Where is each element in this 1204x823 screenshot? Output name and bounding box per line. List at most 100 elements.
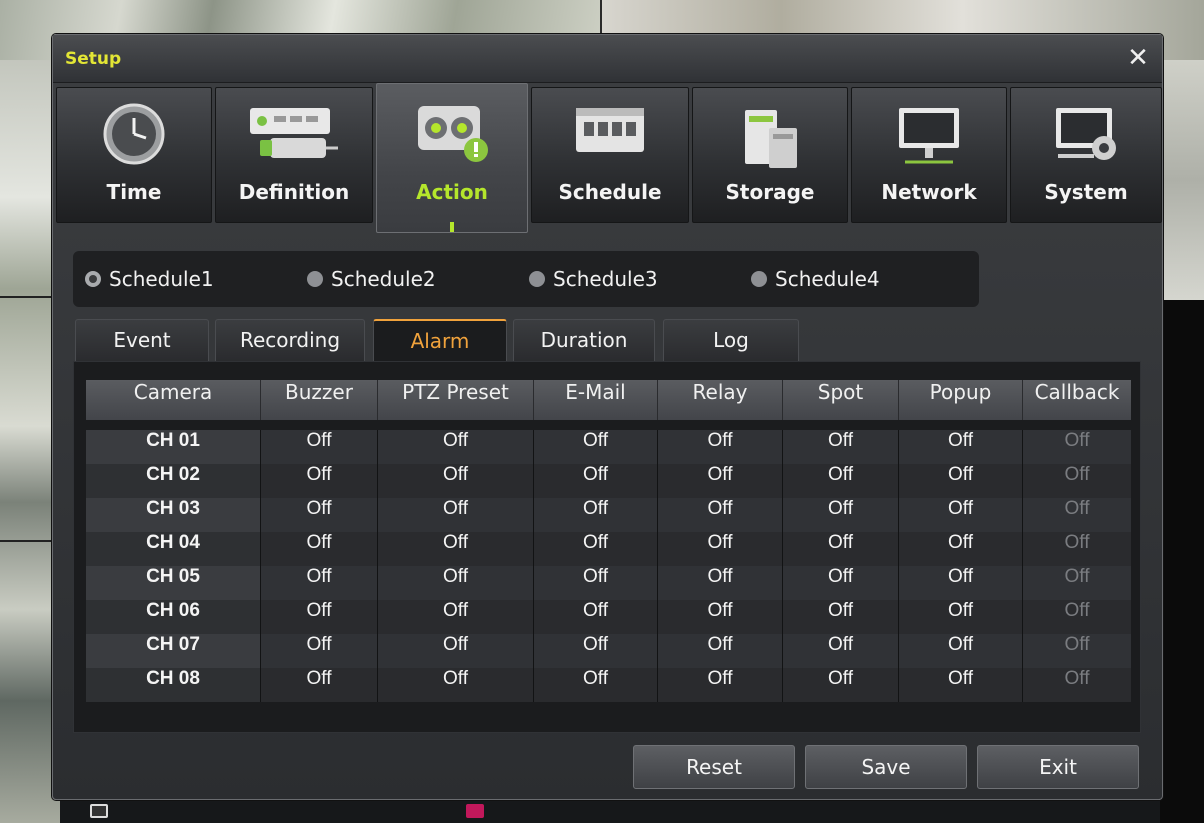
relay-cell[interactable]: Off (658, 668, 783, 702)
spot-cell[interactable]: Off (783, 430, 899, 464)
popup-cell[interactable]: Off (899, 464, 1023, 498)
spot-cell[interactable]: Off (783, 600, 899, 634)
ptz-preset-cell[interactable]: Off (378, 566, 534, 600)
buzzer-cell[interactable]: Off (261, 532, 378, 566)
table-row: CH 07 Off Off Off Off Off Off Off (86, 634, 1131, 668)
relay-cell[interactable]: Off (658, 532, 783, 566)
storage-icon (745, 110, 797, 168)
popup-cell[interactable]: Off (899, 566, 1023, 600)
record-indicator-icon (466, 804, 484, 818)
tab-label: Definition (238, 180, 350, 204)
spot-cell[interactable]: Off (783, 464, 899, 498)
tab-definition[interactable]: Definition (215, 87, 373, 223)
popup-cell[interactable]: Off (899, 498, 1023, 532)
popup-cell[interactable]: Off (899, 532, 1023, 566)
email-cell[interactable]: Off (534, 566, 658, 600)
save-button[interactable]: Save (805, 745, 967, 789)
tab-action[interactable]: Action (376, 83, 528, 233)
motion-indicator-icon (90, 804, 108, 818)
email-cell[interactable]: Off (534, 532, 658, 566)
relay-cell[interactable]: Off (658, 566, 783, 600)
spot-cell[interactable]: Off (783, 498, 899, 532)
subtab-event[interactable]: Event (75, 319, 209, 361)
relay-cell[interactable]: Off (658, 600, 783, 634)
schedule-label: Schedule3 (553, 267, 658, 291)
tab-schedule[interactable]: Schedule (531, 87, 689, 223)
buzzer-cell[interactable]: Off (261, 498, 378, 532)
popup-cell[interactable]: Off (899, 430, 1023, 464)
grid-divider (0, 540, 60, 542)
ptz-preset-cell[interactable]: Off (378, 430, 534, 464)
reset-button[interactable]: Reset (633, 745, 795, 789)
alarm-table-panel: Camera Buzzer PTZ Preset E-Mail Relay Sp… (73, 361, 1141, 733)
email-cell[interactable]: Off (534, 634, 658, 668)
exit-button[interactable]: Exit (977, 745, 1139, 789)
ptz-preset-cell[interactable]: Off (378, 532, 534, 566)
callback-cell: Off (1023, 430, 1131, 464)
schedule-radio-4[interactable]: Schedule4 (751, 267, 880, 291)
email-cell[interactable]: Off (534, 430, 658, 464)
relay-cell[interactable]: Off (658, 498, 783, 532)
close-icon[interactable]: ✕ (1124, 45, 1152, 73)
column-header-spot: Spot (783, 380, 899, 420)
table-row: CH 01 Off Off Off Off Off Off Off (86, 430, 1131, 464)
tab-label: Storage (725, 180, 815, 204)
buzzer-cell[interactable]: Off (261, 430, 378, 464)
callback-cell: Off (1023, 464, 1131, 498)
monitor-network-icon (899, 108, 959, 164)
buzzer-cell[interactable]: Off (261, 566, 378, 600)
email-cell[interactable]: Off (534, 600, 658, 634)
popup-cell[interactable]: Off (899, 600, 1023, 634)
ptz-preset-cell[interactable]: Off (378, 464, 534, 498)
callback-cell: Off (1023, 566, 1131, 600)
camera-cell: CH 08 (86, 668, 261, 702)
subtab-duration[interactable]: Duration (513, 319, 655, 361)
system-gear-icon (1056, 108, 1116, 160)
camera-cell: CH 01 (86, 430, 261, 464)
column-header-ptz-preset: PTZ Preset (378, 380, 534, 420)
spot-cell[interactable]: Off (783, 634, 899, 668)
relay-cell[interactable]: Off (658, 430, 783, 464)
spot-cell[interactable]: Off (783, 566, 899, 600)
tab-label: Action (416, 180, 488, 204)
schedule-radio-1[interactable]: Schedule1 (85, 267, 214, 291)
tab-system[interactable]: System (1010, 87, 1162, 223)
spot-cell[interactable]: Off (783, 532, 899, 566)
ptz-preset-cell[interactable]: Off (378, 498, 534, 532)
relay-cell[interactable]: Off (658, 634, 783, 668)
buzzer-cell[interactable]: Off (261, 464, 378, 498)
osd-bar (60, 800, 1160, 823)
popup-cell[interactable]: Off (899, 634, 1023, 668)
popup-cell[interactable]: Off (899, 668, 1023, 702)
subtab-log[interactable]: Log (663, 319, 799, 361)
ptz-preset-cell[interactable]: Off (378, 668, 534, 702)
email-cell[interactable]: Off (534, 498, 658, 532)
subtab-alarm[interactable]: Alarm (373, 319, 507, 361)
action-alert-icon (418, 106, 488, 162)
tab-storage[interactable]: Storage (692, 87, 848, 223)
buzzer-cell[interactable]: Off (261, 600, 378, 634)
email-cell[interactable]: Off (534, 464, 658, 498)
subtab-recording[interactable]: Recording (215, 319, 365, 361)
tab-network[interactable]: Network (851, 87, 1007, 223)
calendar-icon (576, 108, 644, 152)
active-tab-indicator (450, 222, 454, 232)
schedule-radio-3[interactable]: Schedule3 (529, 267, 658, 291)
dialog-title: Setup (65, 49, 122, 69)
email-cell[interactable]: Off (534, 668, 658, 702)
ptz-preset-cell[interactable]: Off (378, 600, 534, 634)
relay-cell[interactable]: Off (658, 464, 783, 498)
buzzer-cell[interactable]: Off (261, 668, 378, 702)
buzzer-cell[interactable]: Off (261, 634, 378, 668)
ptz-preset-cell[interactable]: Off (378, 634, 534, 668)
setup-dialog: Setup ✕ Time Definition Action Schedule … (52, 34, 1163, 800)
schedule-radio-2[interactable]: Schedule2 (307, 267, 436, 291)
radio-selected-icon (85, 271, 101, 287)
schedule-label: Schedule4 (775, 267, 880, 291)
tab-label: Time (106, 180, 162, 204)
spot-cell[interactable]: Off (783, 668, 899, 702)
tab-time[interactable]: Time (56, 87, 212, 223)
table-row: CH 02 Off Off Off Off Off Off Off (86, 464, 1131, 498)
table-row: CH 03 Off Off Off Off Off Off Off (86, 498, 1131, 532)
radio-icon (307, 271, 323, 287)
